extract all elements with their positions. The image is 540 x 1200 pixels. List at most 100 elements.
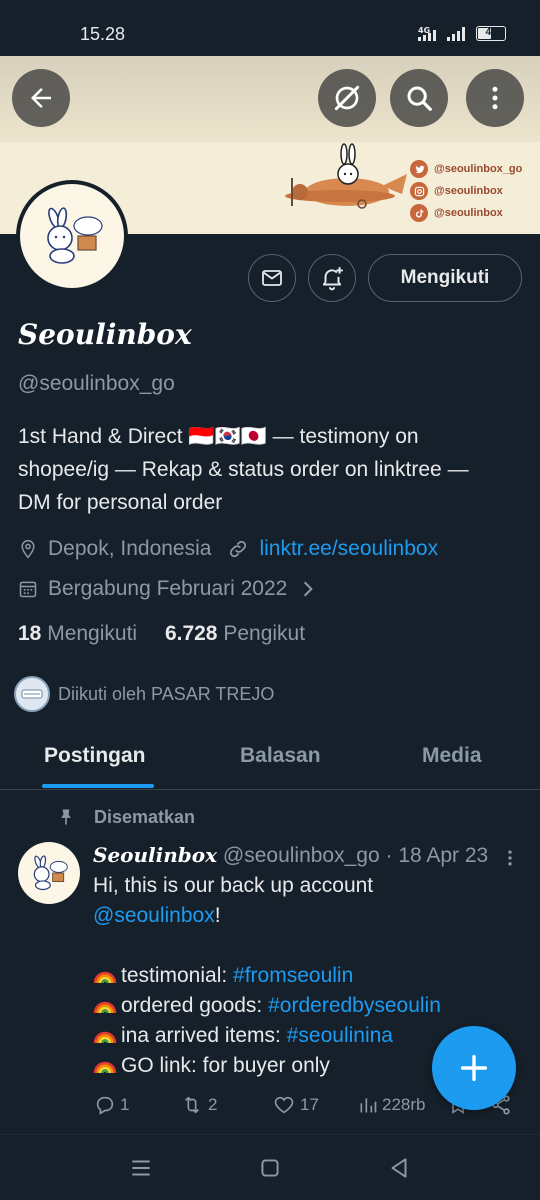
plus-icon: [460, 1054, 488, 1082]
bio-line: DM for personal order: [18, 491, 223, 514]
profile-meta-row: Depok, Indonesia linktr.ee/seoulinbox: [18, 537, 438, 561]
message-button[interactable]: [248, 254, 296, 302]
followers-stat[interactable]: 6.728 Pengikut: [165, 622, 305, 645]
rainbow-emoji-icon: [93, 1001, 117, 1014]
reply-icon: [96, 1096, 114, 1115]
post-item-text: GO link: for buyer only: [121, 1054, 330, 1077]
post-item-text: ina arrived items:: [121, 1024, 287, 1047]
compose-post-button[interactable]: [432, 1026, 516, 1110]
post-author-avatar[interactable]: [18, 842, 80, 904]
post-mention-link[interactable]: @seoulinbox: [93, 904, 215, 927]
rainbow-emoji-icon: [93, 1031, 117, 1044]
followed-by-text: Diikuti oleh PASAR TREJO: [58, 683, 275, 704]
tab-media[interactable]: Media: [422, 744, 482, 768]
post-author-name[interactable]: Seoulinbox: [93, 843, 217, 867]
pin-icon: [61, 809, 71, 825]
banner-handle-tiktok: @seoulinbox: [410, 202, 522, 224]
banner-top: [0, 56, 540, 142]
more-options-button[interactable]: [466, 69, 524, 127]
bunny-box-logo: [47, 207, 103, 264]
views-chart-icon: [360, 1098, 377, 1113]
banner-handle-text: @seoulinbox: [434, 207, 503, 219]
status-time: 15.28: [80, 24, 126, 44]
hashtag-link[interactable]: #seoulinina: [287, 1024, 393, 1047]
grok-icon: [334, 85, 360, 111]
profile-website-link[interactable]: linktr.ee/seoulinbox: [259, 537, 438, 561]
following-stat[interactable]: 18 Mengikuti: [18, 622, 137, 645]
profile-stats: 18 Mengikuti 6.728 Pengikut: [18, 622, 305, 646]
profile-location: Depok, Indonesia: [48, 537, 212, 560]
profile-tabs: Postingan Balasan Media: [0, 726, 540, 790]
post-list-item: testimonial: #fromseoulin: [93, 961, 513, 991]
repost-icon: [184, 1096, 200, 1114]
banner-handle-text: @seoulinbox_go: [434, 163, 523, 175]
back-nav-icon[interactable]: [386, 1155, 412, 1181]
tab-balasan[interactable]: Balasan: [240, 744, 321, 768]
followers-count: 6.728: [164, 622, 218, 645]
post-blank-line: [93, 931, 513, 961]
pasar-trejo-logo: [21, 689, 43, 699]
bell-plus-icon: [322, 267, 343, 291]
reply-count: 1: [120, 1095, 130, 1114]
hashtag-link[interactable]: #orderedbyseoulin: [268, 994, 441, 1017]
bio-line: 1st Hand & Direct 🇮🇩🇰🇷🇯🇵 — testimony on: [18, 425, 419, 448]
tiktok-icon: [410, 204, 428, 222]
pinned-label: Disematkan: [94, 806, 196, 827]
view-count: 228rb: [382, 1095, 426, 1114]
profile-name: Seoulinbox: [18, 318, 192, 351]
battery-level: 46: [485, 27, 497, 38]
grok-button[interactable]: [318, 69, 376, 127]
followed-by-row[interactable]: Diikuti oleh PASAR TREJO: [14, 676, 274, 712]
arrow-left-icon: [31, 88, 51, 108]
following-button[interactable]: Mengikuti: [368, 254, 522, 302]
mail-icon: [262, 270, 282, 286]
twitter-icon: [410, 160, 428, 178]
banner-handle-instagram: @seoulinbox: [410, 180, 522, 202]
like-button[interactable]: 17: [272, 1094, 319, 1116]
profile-joined-date: Bergabung Februari 2022: [48, 577, 288, 600]
bunny-box-logo: [33, 855, 68, 891]
post-line-suffix: !: [214, 904, 221, 927]
profile-handle: @seoulinbox_go: [18, 372, 175, 395]
profile-bio: 1st Hand & Direct 🇮🇩🇰🇷🇯🇵 — testimony on …: [18, 420, 518, 519]
follower-avatar: [14, 676, 50, 712]
back-button[interactable]: [12, 69, 70, 127]
post-item-text: ordered goods:: [121, 994, 269, 1017]
repost-button[interactable]: 2: [180, 1094, 217, 1116]
signal-icon: 4G: [418, 26, 436, 41]
repost-count: 2: [208, 1095, 218, 1114]
banner-social-handles: @seoulinbox_go @seoulinbox @seoulinbox: [410, 158, 522, 224]
more-vertical-icon: [508, 850, 512, 866]
notifications-button[interactable]: [308, 254, 356, 302]
post-header: Seoulinbox @seoulinbox_go · 18 Apr 23: [93, 843, 488, 868]
heart-icon: [274, 1096, 294, 1114]
location-pin-icon: [21, 539, 35, 559]
banner-handle-twitter: @seoulinbox_go: [410, 158, 522, 180]
post-author-meta: @seoulinbox_go · 18 Apr 23: [222, 844, 489, 867]
post-line: @seoulinbox!: [93, 901, 513, 931]
views-button[interactable]: 228rb: [358, 1094, 425, 1116]
active-tab-indicator: [42, 784, 154, 788]
post-list-item: ordered goods: #orderedbyseoulin: [93, 991, 513, 1021]
profile-avatar[interactable]: [16, 180, 128, 292]
banner-handle-text: @seoulinbox: [434, 185, 503, 197]
home-icon[interactable]: [257, 1155, 283, 1181]
following-count: 18: [18, 622, 42, 645]
post-line: Hi, this is our back up account: [93, 874, 374, 897]
rainbow-emoji-icon: [93, 971, 117, 984]
post-item-text: testimonial:: [121, 964, 234, 987]
followers-label: Pengikut: [223, 622, 306, 645]
reply-button[interactable]: 1: [94, 1094, 129, 1116]
more-vertical-icon: [492, 86, 498, 110]
hashtag-link[interactable]: #fromseoulin: [233, 964, 353, 987]
avatar-image: [20, 184, 124, 288]
bio-line: shopee/ig — Rekap & status order on link…: [18, 458, 469, 481]
chevron-right-icon: [304, 581, 314, 597]
search-button[interactable]: [390, 69, 448, 127]
tab-postingan[interactable]: Postingan: [44, 744, 146, 768]
link-icon: [230, 540, 247, 558]
recent-apps-icon[interactable]: [128, 1155, 154, 1181]
battery-icon: 46: [476, 26, 506, 41]
like-count: 17: [300, 1095, 319, 1114]
profile-joined-row[interactable]: Bergabung Februari 2022: [18, 577, 325, 601]
